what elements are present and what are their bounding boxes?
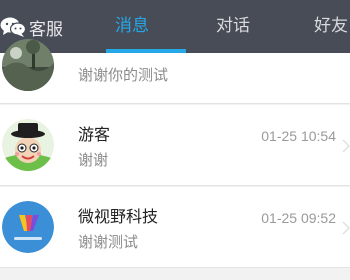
- customer-service-entry[interactable]: 客服: [0, 14, 63, 40]
- conversation-last-message: 谢谢: [78, 151, 109, 169]
- wechat-chat-icon: [0, 17, 26, 37]
- top-navigation-bar: 客服 消息 对话 好友: [0, 0, 350, 53]
- chevron-right-icon: [342, 221, 350, 235]
- row-divider: [0, 185, 350, 186]
- conversation-time: 01-25 10:54: [261, 128, 336, 144]
- weishiye-logo-icon: [2, 201, 54, 253]
- chevron-right-icon: [342, 139, 350, 153]
- conversation-name: 微视野科技: [78, 207, 159, 226]
- tab-friends[interactable]: 好友: [314, 14, 348, 38]
- conversation-time: 01-25 09:52: [261, 210, 336, 226]
- cartoon-guest-icon: [2, 119, 54, 171]
- conversation-row[interactable]: 游客 谢谢 01-25 10:54: [0, 105, 350, 185]
- conversation-row[interactable]: 谢谢你的测试: [0, 39, 350, 103]
- weishiye-logo-avatar: [2, 201, 54, 253]
- conversation-last-message: 谢谢测试: [78, 233, 139, 251]
- tab-conversations[interactable]: 对话: [216, 14, 250, 38]
- conversation-last-message: 谢谢你的测试: [78, 66, 169, 84]
- conversation-row[interactable]: 微视野科技 谢谢测试 01-25 09:52: [0, 187, 350, 267]
- conversation-name: 游客: [78, 125, 111, 144]
- landscape-photo-avatar: [2, 39, 54, 91]
- customer-service-label: 客服: [29, 19, 63, 40]
- row-divider: [0, 103, 350, 104]
- tab-messages[interactable]: 消息: [115, 14, 149, 38]
- landscape-photo-icon: [2, 39, 54, 91]
- cartoon-guest-avatar: [2, 119, 54, 171]
- row-divider: [0, 267, 350, 268]
